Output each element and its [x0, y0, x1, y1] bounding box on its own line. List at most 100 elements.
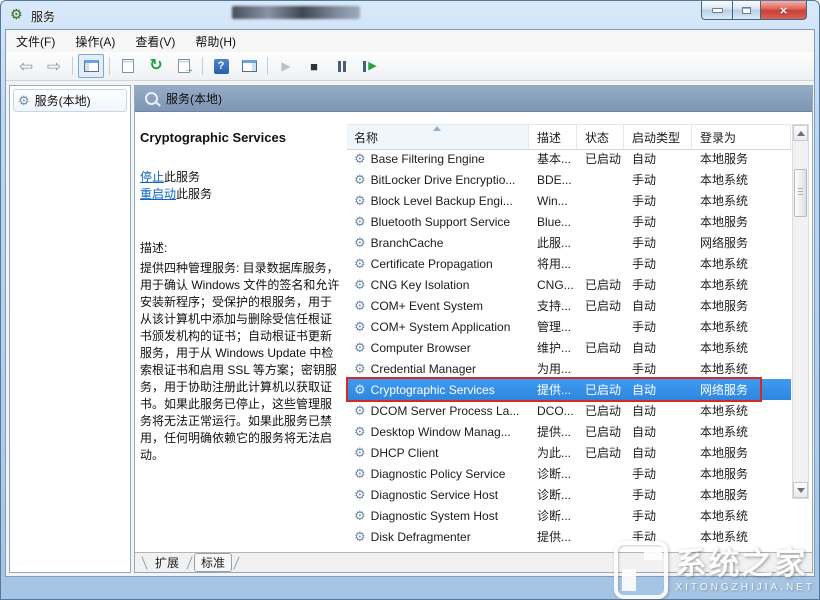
service-name: Diagnostic Policy Service: [371, 467, 506, 481]
tab-extended[interactable]: 扩展: [149, 553, 185, 572]
service-icon: ⚙: [354, 404, 366, 417]
refresh-button[interactable]: ↻: [143, 54, 169, 78]
titlebar[interactable]: ⚙ 服务 ×: [1, 1, 819, 29]
menu-item[interactable]: 帮助(H): [185, 30, 246, 53]
service-icon: ⚙: [354, 215, 366, 228]
service-row[interactable]: ⚙ DHCP Client 为此... 已启动 自动 本地服务: [347, 442, 791, 463]
column-header-status[interactable]: 状态: [577, 125, 624, 149]
service-status: 已启动: [577, 444, 624, 461]
tab-standard[interactable]: 标准: [194, 553, 232, 572]
magnifier-icon: [145, 92, 158, 105]
console-tree-panel: ⚙ 服务(本地): [9, 85, 131, 573]
service-logon-as: 本地服务: [692, 486, 791, 503]
properties-icon: [122, 59, 134, 73]
window-title: 服务: [31, 8, 55, 25]
service-icon: ⚙: [354, 194, 366, 207]
column-header-name[interactable]: 名称: [347, 125, 529, 149]
service-description: CNG...: [529, 278, 577, 292]
service-logon-as: 本地系统: [692, 276, 791, 293]
service-row[interactable]: ⚙ Diagnostic Service Host 诊断... 手动 本地服务: [347, 484, 791, 505]
menu-item[interactable]: 操作(A): [65, 30, 125, 53]
service-startup-type: 自动: [624, 402, 692, 419]
properties-button[interactable]: [115, 54, 141, 78]
service-status: 已启动: [577, 423, 624, 440]
service-row[interactable]: ⚙ Cryptographic Services 提供... 已启动 自动 网络…: [347, 379, 791, 400]
service-row[interactable]: ⚙ DCOM Server Process La... DCO... 已启动 自…: [347, 400, 791, 421]
service-description: DCO...: [529, 404, 577, 418]
export-arrow-icon: →: [184, 65, 194, 75]
service-row[interactable]: ⚙ Disk Defragmenter 提供... 手动 本地系统: [347, 526, 791, 547]
service-row[interactable]: ⚙ Base Filtering Engine 基本... 已启动 自动 本地服…: [347, 148, 791, 169]
service-logon-as: 本地系统: [692, 360, 791, 377]
service-logon-as: 本地服务: [692, 465, 791, 482]
service-icon: ⚙: [354, 152, 366, 165]
service-startup-type: 手动: [624, 276, 692, 293]
restart-service-link[interactable]: 重启动: [140, 187, 176, 201]
tree-item-services-local[interactable]: ⚙ 服务(本地): [13, 89, 127, 112]
column-header-startup-type[interactable]: 启动类型: [624, 125, 692, 149]
service-startup-type: 手动: [624, 192, 692, 209]
scroll-up-button[interactable]: [793, 125, 808, 141]
service-row[interactable]: ⚙ BitLocker Drive Encryptio... BDE... 手动…: [347, 169, 791, 190]
service-status: 已启动: [577, 381, 624, 398]
service-row[interactable]: ⚙ Bluetooth Support Service Blue... 手动 本…: [347, 211, 791, 232]
stop-service-button[interactable]: ■: [301, 54, 327, 78]
restart-service-line: 重启动此服务: [140, 186, 341, 203]
stop-service-link[interactable]: 停止: [140, 170, 164, 184]
service-description: 为用...: [529, 360, 577, 377]
service-row[interactable]: ⚙ Credential Manager 为用... 手动 本地系统: [347, 358, 791, 379]
help-button[interactable]: ?: [208, 54, 234, 78]
service-row[interactable]: ⚙ Diagnostic System Host 诊断... 手动 本地系统: [347, 505, 791, 526]
service-row[interactable]: ⚙ BranchCache 此服... 手动 网络服务: [347, 232, 791, 253]
service-startup-type: 自动: [624, 381, 692, 398]
back-button[interactable]: ⇦: [13, 54, 39, 78]
service-logon-as: 本地系统: [692, 507, 791, 524]
service-row[interactable]: ⚙ Certificate Propagation 将用... 手动 本地系统: [347, 253, 791, 274]
service-row[interactable]: ⚙ COM+ Event System 支持... 已启动 自动 本地服务: [347, 295, 791, 316]
services-node-icon: ⚙: [18, 94, 30, 107]
service-row[interactable]: ⚙ CNG Key Isolation CNG... 已启动 手动 本地系统: [347, 274, 791, 295]
service-row[interactable]: ⚙ Diagnostic Policy Service 诊断... 手动 本地服…: [347, 463, 791, 484]
stop-service-line: 停止此服务: [140, 169, 341, 186]
services-list: 名称 描述 状态 启动类型 登录为: [347, 112, 812, 552]
censored-watermark-text: [232, 6, 360, 19]
column-header-logon-as[interactable]: 登录为: [692, 125, 791, 149]
show-action-pane-button[interactable]: [236, 54, 262, 78]
scroll-down-button[interactable]: [793, 482, 808, 498]
maximize-button[interactable]: [732, 1, 761, 20]
service-name: BranchCache: [371, 236, 444, 250]
scroll-down-icon: [797, 488, 805, 493]
service-row[interactable]: ⚙ COM+ System Application 管理... 手动 本地系统: [347, 316, 791, 337]
service-status: 已启动: [577, 297, 624, 314]
service-status: 已启动: [577, 150, 624, 167]
show-console-tree-button[interactable]: [78, 54, 104, 78]
service-row[interactable]: ⚙ Block Level Backup Engi... Win... 手动 本…: [347, 190, 791, 211]
menu-item[interactable]: 查看(V): [125, 30, 185, 53]
vertical-scrollbar[interactable]: [792, 124, 809, 499]
stop-link-suffix: 此服务: [164, 170, 200, 184]
service-row[interactable]: ⚙ Desktop Window Manag... 提供... 已启动 自动 本…: [347, 421, 791, 442]
service-row[interactable]: ⚙ Computer Browser 维护... 已启动 自动 本地系统: [347, 337, 791, 358]
service-startup-type: 手动: [624, 507, 692, 524]
service-description: 诊断...: [529, 507, 577, 524]
service-logon-as: 本地系统: [692, 402, 791, 419]
pane-body: Cryptographic Services 停止此服务 重启动此服务 描述: …: [135, 112, 812, 552]
menu-item[interactable]: 文件(F): [6, 30, 65, 53]
action-pane-icon: [242, 60, 257, 72]
scrollbar-thumb[interactable]: [794, 169, 807, 217]
forward-button[interactable]: ⇨: [41, 54, 67, 78]
export-list-button[interactable]: →: [171, 54, 197, 78]
service-description: 支持...: [529, 297, 577, 314]
service-startup-type: 手动: [624, 318, 692, 335]
service-description: 基本...: [529, 150, 577, 167]
service-name: Diagnostic Service Host: [371, 488, 498, 502]
minimize-button[interactable]: [701, 1, 732, 20]
close-button[interactable]: ×: [761, 1, 807, 20]
service-description: 提供...: [529, 423, 577, 440]
service-icon: ⚙: [354, 530, 366, 543]
pause-service-button[interactable]: [329, 54, 355, 78]
start-service-button[interactable]: ▶: [273, 54, 299, 78]
toolbar-separator: [72, 57, 73, 75]
column-header-description[interactable]: 描述: [529, 125, 577, 149]
restart-service-button[interactable]: ▶: [357, 54, 383, 78]
